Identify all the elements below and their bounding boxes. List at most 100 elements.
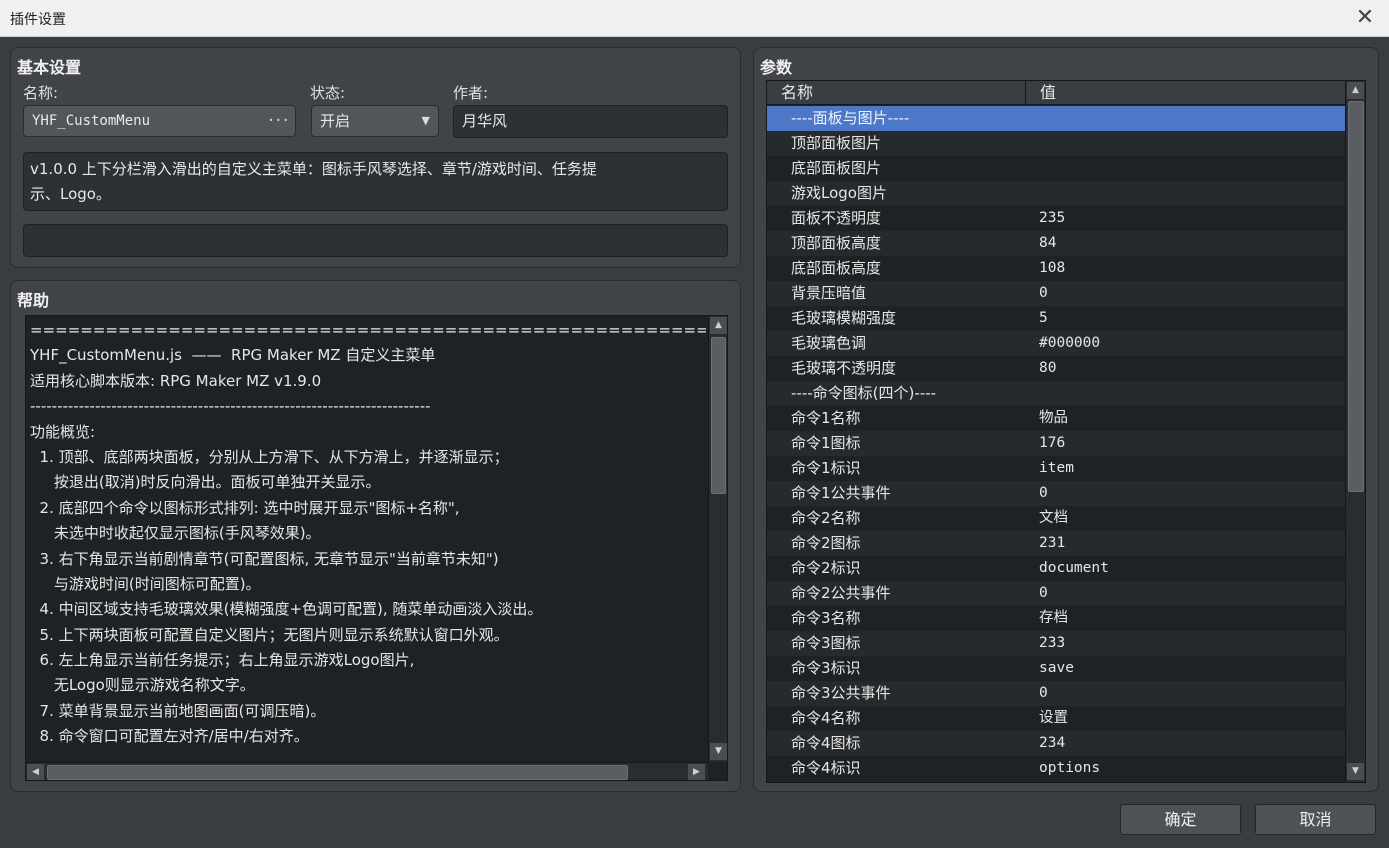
param-name: 底部面板高度 (791, 259, 882, 277)
column-header-name[interactable]: 名称 (767, 81, 1026, 105)
param-value: 80 (1039, 360, 1057, 376)
params-scroll-up-icon[interactable]: ▲ (1347, 82, 1364, 99)
help-line: 与游戏时间(时间图标可配置)。 (30, 574, 261, 593)
table-row[interactable]: ----面板与图片---- (767, 106, 1345, 131)
description-line-2: 示、Logo。 (30, 185, 111, 203)
param-value: 存档 (1039, 610, 1068, 626)
param-name: 命令1标识 (791, 459, 861, 477)
status-select[interactable]: 开启 ▼ (311, 105, 439, 137)
help-line: 适用核心脚本版本: RPG Maker MZ v1.9.0 (30, 371, 322, 390)
param-name: 命令2图标 (791, 534, 861, 552)
param-value: 234 (1039, 735, 1066, 751)
table-row[interactable]: 底部面板图片 (767, 156, 1345, 181)
help-vertical-scrollbar[interactable]: ▲ ▼ (708, 316, 727, 762)
help-line: ----------------------------------------… (30, 397, 431, 416)
params-table[interactable]: 名称 值 ----面板与图片---- 顶部面板图片底部面板图片游戏Logo图片面板… (766, 80, 1366, 783)
plugin-name-value: YHF_CustomMenu (32, 113, 151, 129)
table-row[interactable]: 命令1公共事件 0 (767, 481, 1345, 506)
help-title: 帮助 (17, 291, 50, 310)
extra-field[interactable] (23, 224, 728, 257)
param-name: 命令2标识 (791, 559, 861, 577)
name-label: 名称: (23, 84, 59, 102)
param-value: 84 (1039, 235, 1057, 251)
help-hscroll-thumb[interactable] (47, 765, 628, 780)
table-row[interactable]: 命令2标识 document (767, 556, 1345, 581)
param-value: 235 (1039, 210, 1066, 226)
scroll-right-icon[interactable]: ▶ (688, 764, 705, 780)
help-textarea[interactable]: ========================================… (25, 315, 728, 781)
ok-button[interactable]: 确定 (1120, 804, 1241, 835)
param-value: 231 (1039, 535, 1066, 551)
param-name: 毛玻璃模糊强度 (791, 309, 897, 327)
table-row[interactable]: 命令1图标 176 (767, 431, 1345, 456)
table-row[interactable]: 命令2公共事件 0 (767, 581, 1345, 606)
param-name: 顶部面板图片 (791, 134, 882, 152)
table-row[interactable]: 命令2名称 文档 (767, 506, 1345, 531)
table-row[interactable]: 面板不透明度 235 (767, 206, 1345, 231)
table-row[interactable]: 命令4图标 234 (767, 731, 1345, 756)
param-value: 108 (1039, 260, 1066, 276)
scroll-down-icon[interactable]: ▼ (710, 743, 727, 760)
help-line: 6. 左上角显示当前任务提示；右上角显示游戏Logo图片, (30, 651, 415, 670)
param-name: 游戏Logo图片 (791, 184, 887, 202)
param-name: ----面板与图片---- (791, 109, 910, 127)
table-row[interactable]: ----命令图标(四个)---- (767, 381, 1345, 406)
help-vscroll-thumb[interactable] (711, 337, 726, 494)
param-value: 设置 (1039, 710, 1068, 726)
help-line: 未选中时收起仅显示图标(手风琴效果)。 (30, 524, 321, 543)
help-horizontal-scrollbar[interactable]: ◀ ▶ (26, 762, 708, 780)
author-field[interactable]: 月华风 (453, 105, 728, 138)
table-row[interactable]: 背景压暗值 0 (767, 281, 1345, 306)
table-row[interactable]: 命令3标识 save (767, 656, 1345, 681)
param-name: 命令3标识 (791, 659, 861, 677)
param-name: 命令3名称 (791, 609, 861, 627)
params-vertical-scrollbar[interactable]: ▲ ▼ (1345, 81, 1365, 782)
help-line: 无Logo则显示游戏名称文字。 (30, 676, 255, 695)
basic-settings-title: 基本设置 (17, 58, 82, 77)
table-row[interactable]: 底部面板高度 108 (767, 256, 1345, 281)
param-name: 命令3图标 (791, 634, 861, 652)
table-row[interactable]: 命令3公共事件 0 (767, 681, 1345, 706)
param-name: 命令1公共事件 (791, 484, 891, 502)
close-icon[interactable]: ✕ (1353, 6, 1377, 30)
browse-ellipsis-icon[interactable]: ··· (267, 106, 290, 136)
author-label: 作者: (453, 84, 489, 102)
param-value: 物品 (1039, 410, 1068, 426)
table-row[interactable]: 命令4名称 设置 (767, 706, 1345, 731)
table-row[interactable]: 顶部面板图片 (767, 131, 1345, 156)
table-row[interactable]: 顶部面板高度 84 (767, 231, 1345, 256)
param-name: 背景压暗值 (791, 284, 867, 302)
param-value: options (1039, 760, 1101, 776)
scroll-up-icon[interactable]: ▲ (710, 317, 727, 334)
table-row[interactable]: 命令4标识 options (767, 756, 1345, 781)
table-row[interactable]: 游戏Logo图片 (767, 181, 1345, 206)
table-row[interactable]: 命令1名称 物品 (767, 406, 1345, 431)
table-row[interactable]: 命令3名称 存档 (767, 606, 1345, 631)
param-name: 命令3公共事件 (791, 684, 891, 702)
description-line-1: v1.0.0 上下分栏滑入滑出的自定义主菜单：图标手风琴选择、章节/游戏时间、任… (30, 160, 597, 178)
table-row[interactable]: 毛玻璃色调 #000000 (767, 331, 1345, 356)
status-label: 状态: (310, 84, 346, 102)
help-line: ========================================… (30, 321, 706, 339)
table-row[interactable]: 毛玻璃模糊强度 5 (767, 306, 1345, 331)
param-name: 命令4名称 (791, 709, 861, 727)
params-title: 参数 (760, 58, 793, 77)
params-scroll-down-icon[interactable]: ▼ (1347, 763, 1364, 780)
params-vscroll-thumb[interactable] (1348, 101, 1364, 492)
param-name: ----命令图标(四个)---- (791, 384, 937, 402)
param-name: 命令4标识 (791, 759, 861, 777)
window-title: 插件设置 (10, 12, 66, 28)
cancel-button[interactable]: 取消 (1255, 804, 1376, 835)
help-line: 5. 上下两块面板可配置自定义图片；无图片则显示系统默认窗口外观。 (30, 625, 509, 644)
help-group: 帮助 =====================================… (10, 280, 741, 792)
table-row[interactable]: 命令2图标 231 (767, 531, 1345, 556)
table-row[interactable]: 毛玻璃不透明度 80 (767, 356, 1345, 381)
table-row[interactable]: 命令3图标 233 (767, 631, 1345, 656)
param-value: document (1039, 560, 1109, 576)
column-header-value[interactable]: 值 (1026, 81, 1345, 105)
description-field[interactable]: v1.0.0 上下分栏滑入滑出的自定义主菜单：图标手风琴选择、章节/游戏时间、任… (23, 152, 728, 211)
param-name: 毛玻璃色调 (791, 334, 867, 352)
scroll-left-icon[interactable]: ◀ (27, 764, 44, 780)
table-row[interactable]: 命令1标识 item (767, 456, 1345, 481)
plugin-name-field[interactable]: YHF_CustomMenu ··· (23, 105, 296, 137)
